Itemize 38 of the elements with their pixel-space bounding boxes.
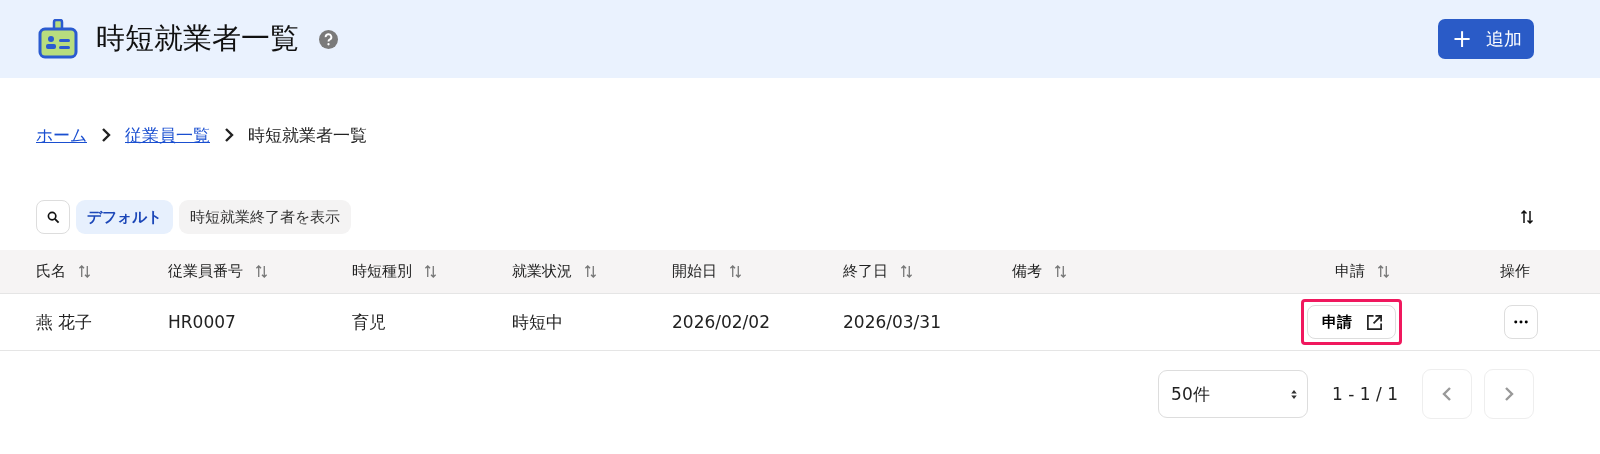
updown-caret-icon [1291, 388, 1298, 400]
breadcrumb-link[interactable]: 従業員一覧 [125, 123, 210, 147]
page-range: 1 - 1 / 1 [1332, 384, 1398, 404]
page-title: 時短就業者一覧 [96, 20, 299, 57]
chevron-right-icon [224, 128, 234, 142]
table-cell: 時短中 [512, 310, 563, 334]
search-icon [46, 210, 60, 224]
more-button[interactable] [1504, 305, 1538, 339]
column-header: 開始日 [672, 262, 717, 281]
table-cell: HR0007 [168, 312, 236, 332]
chevron-right-icon [101, 128, 111, 142]
column-header: 終了日 [843, 262, 888, 281]
sort-icon[interactable] [1520, 209, 1534, 225]
table-cell: 燕 花子 [36, 310, 93, 334]
table-cell: 2026/02/02 [672, 312, 770, 332]
table-cell: 2026/03/31 [843, 312, 941, 332]
breadcrumb-link[interactable]: ホーム [36, 123, 87, 147]
id-badge-icon [38, 19, 78, 59]
search-button[interactable] [36, 200, 70, 234]
column-header: 氏名 [36, 262, 66, 281]
column-header: 従業員番号 [168, 262, 243, 281]
column-header: 申請 [1335, 262, 1365, 281]
column-header: 就業状況 [512, 262, 572, 281]
more-icon [1514, 320, 1528, 324]
column-header: 操作 [1500, 262, 1530, 281]
chevron-left-icon [1442, 386, 1452, 402]
chevron-right-icon [1504, 386, 1514, 402]
column-header: 時短種別 [352, 262, 412, 281]
external-link-icon [1366, 313, 1383, 331]
add-button[interactable]: + 追加 [1437, 19, 1534, 59]
apply-button[interactable]: 申請 [1307, 305, 1396, 339]
filter-chip[interactable]: 時短就業終了者を表示 [179, 200, 351, 234]
help-icon[interactable] [319, 29, 338, 49]
breadcrumb-current: 時短就業者一覧 [248, 123, 367, 147]
table-cell: 育児 [352, 310, 386, 334]
filter-chip[interactable]: デフォルト [76, 200, 173, 234]
page-size-select[interactable]: 50件 [1158, 370, 1309, 418]
column-header: 備考 [1012, 262, 1042, 281]
